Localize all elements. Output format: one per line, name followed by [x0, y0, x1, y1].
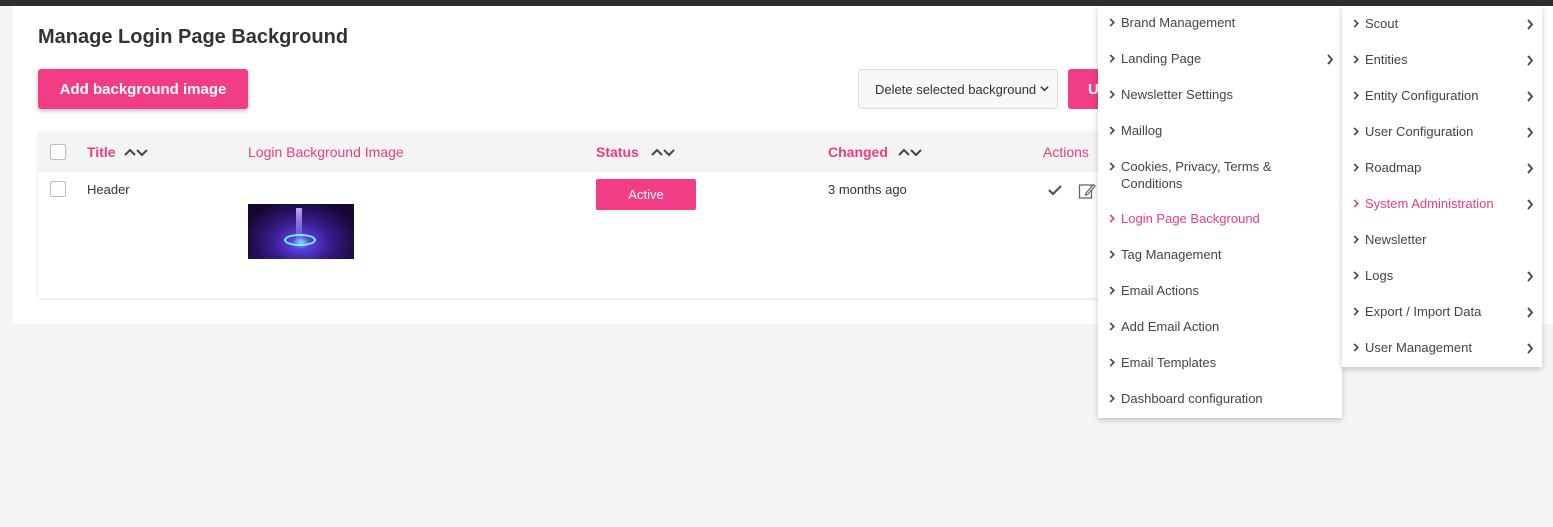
sort-icon [651, 148, 675, 157]
submenu-arrow-icon [1527, 199, 1534, 210]
bulk-action-select[interactable]: Delete selected background [858, 69, 1058, 109]
page-title: Manage Login Page Background [38, 26, 349, 48]
chevron-right-icon [1353, 163, 1359, 172]
chevron-right-icon [1353, 199, 1359, 208]
column-header-title[interactable]: Title [87, 144, 148, 160]
chevron-right-icon [1109, 322, 1115, 331]
submenu-arrow-icon [1327, 54, 1334, 65]
submenu-arrow-icon [1527, 307, 1534, 318]
chevron-right-icon [1109, 250, 1115, 259]
chevron-right-icon [1109, 214, 1115, 223]
select-all-checkbox[interactable] [50, 144, 66, 160]
chevron-right-icon [1353, 127, 1359, 136]
background-thumbnail[interactable] [248, 204, 354, 259]
chevron-right-icon [1109, 286, 1115, 295]
edit-icon[interactable] [1078, 182, 1096, 200]
chevron-right-icon [1109, 394, 1115, 403]
chevron-right-icon [1109, 358, 1115, 367]
row-title: Header [87, 182, 130, 197]
chevron-right-icon [1109, 126, 1115, 135]
submenu-arrow-icon [1527, 163, 1534, 174]
chevron-right-icon [1353, 19, 1359, 28]
chevron-right-icon [1109, 54, 1115, 63]
add-background-image-button[interactable]: Add background image [38, 69, 248, 109]
column-header-actions: Actions [1043, 144, 1089, 160]
column-header-changed[interactable]: Changed [828, 144, 922, 160]
submenu-arrow-icon [1527, 271, 1534, 282]
chevron-right-icon [1353, 271, 1359, 280]
submenu-arrow-icon [1527, 55, 1534, 66]
submenu-arrow-icon [1527, 343, 1534, 354]
chevron-right-icon [1109, 18, 1115, 27]
status-badge[interactable]: Active [596, 179, 696, 210]
column-header-status[interactable]: Status [596, 144, 675, 160]
chevron-right-icon [1353, 343, 1359, 352]
chevron-right-icon [1353, 307, 1359, 316]
column-header-image: Login Background Image [248, 144, 404, 160]
sort-icon [898, 148, 922, 157]
chevron-right-icon [1109, 90, 1115, 99]
chevron-right-icon [1353, 55, 1359, 64]
backgrounds-table: Title Login Background Image Status Chan… [38, 132, 1108, 298]
chevron-right-icon [1353, 235, 1359, 244]
chevron-down-icon [1040, 86, 1049, 92]
chevron-right-icon [1353, 91, 1359, 100]
table-header: Title Login Background Image Status Chan… [38, 132, 1108, 172]
row-changed: 3 months ago [828, 182, 907, 197]
system-administration-submenu: Brand Management Landing Page Newsletter… [1098, 6, 1342, 418]
row-checkbox[interactable] [50, 181, 66, 197]
check-icon[interactable] [1048, 184, 1062, 196]
submenu-arrow-icon [1527, 127, 1534, 138]
submenu-arrow-icon [1527, 19, 1534, 30]
sort-icon [123, 148, 148, 157]
chevron-right-icon [1109, 162, 1115, 171]
bulk-action-selected-value: Delete selected background [875, 81, 1037, 97]
main-navigation-menu: Scout Entities Entity Configuration User… [1342, 6, 1542, 367]
submenu-arrow-icon [1527, 91, 1534, 102]
